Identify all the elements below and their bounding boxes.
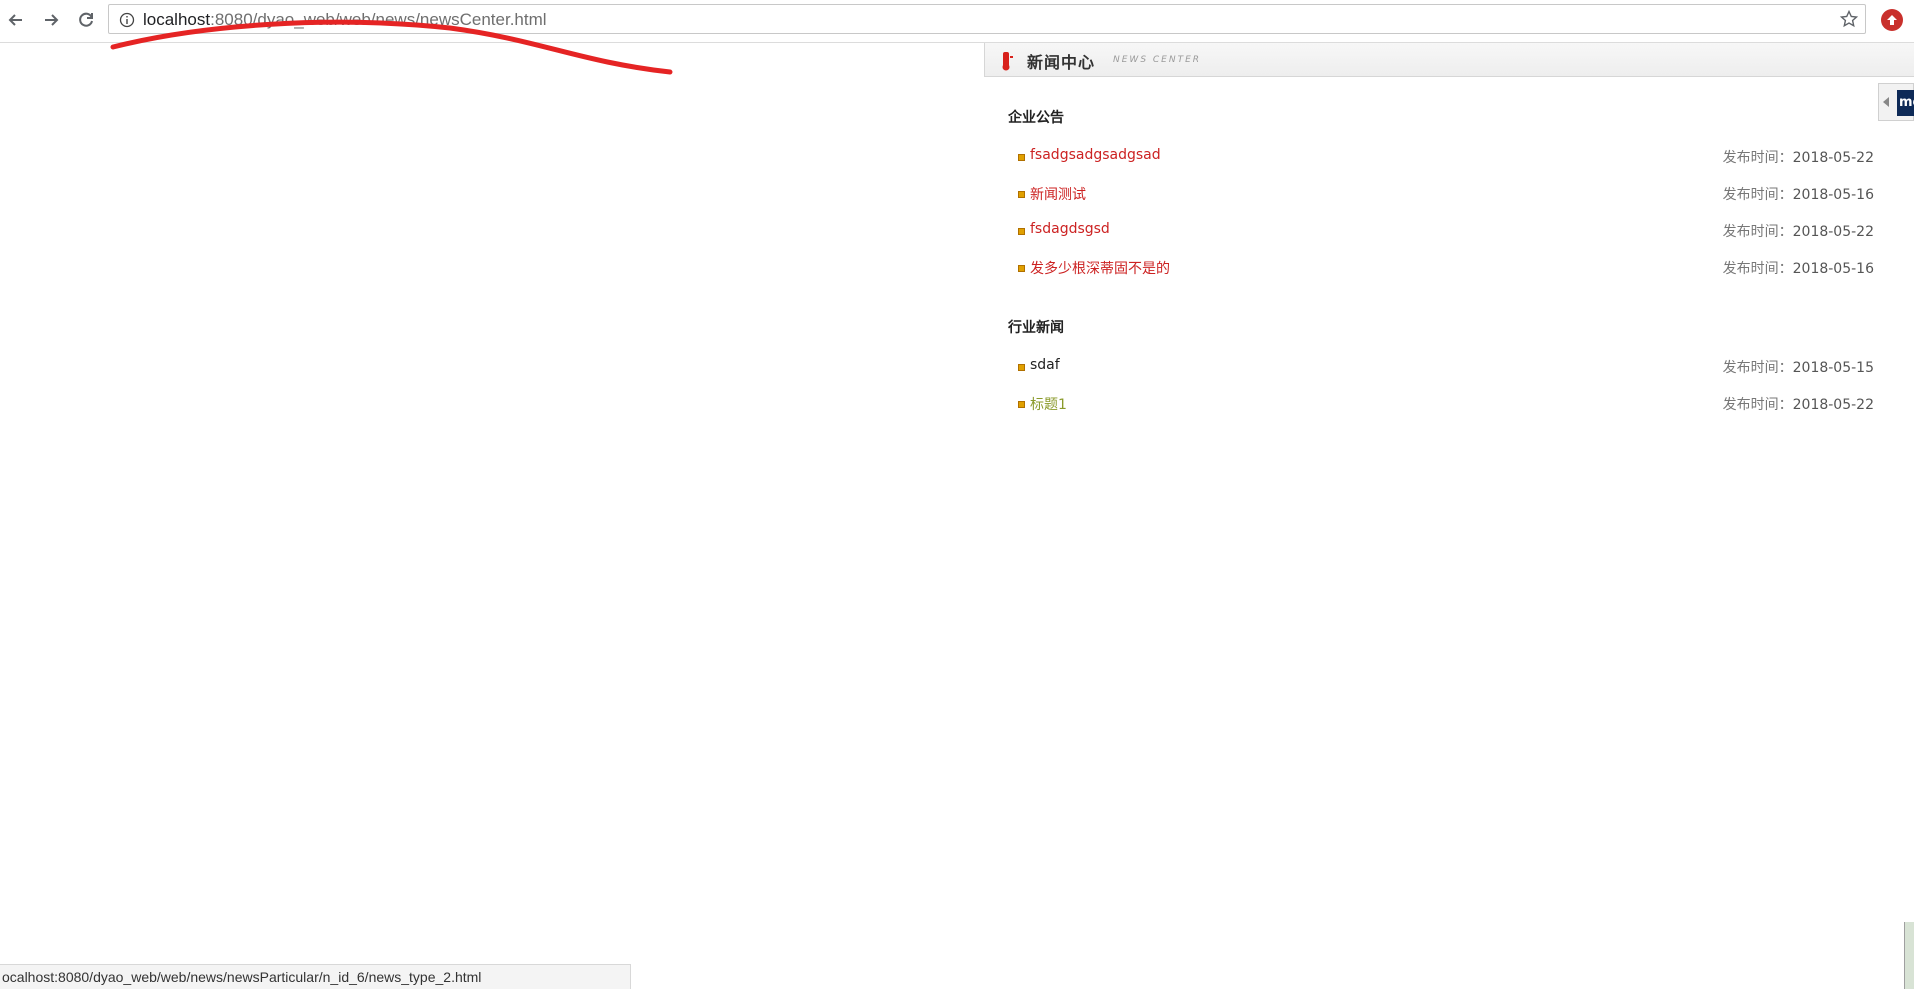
news-title-link[interactable]: sdaf bbox=[1030, 357, 1060, 373]
news-date: 发布时间：2018-05-16 bbox=[1723, 184, 1874, 204]
news-date: 发布时间：2018-05-22 bbox=[1723, 147, 1874, 167]
date-label: 发布时间： bbox=[1722, 261, 1793, 277]
url-host: localhost bbox=[143, 10, 211, 29]
date-label: 发布时间： bbox=[1722, 150, 1793, 166]
news-date: 发布时间：2018-05-15 bbox=[1723, 357, 1874, 377]
bullet-icon bbox=[1018, 154, 1025, 161]
bullet-icon bbox=[1018, 191, 1025, 198]
url-path: :8080/dyao_web/web/news/newsCenter.html bbox=[210, 10, 547, 29]
news-center-title: 新闻中心 bbox=[1027, 53, 1096, 72]
forward-button[interactable] bbox=[39, 8, 63, 32]
date-value: 2018-05-22 bbox=[1792, 397, 1874, 413]
news-item: fsadgsadgsadgsad 发布时间：2018-05-22 bbox=[1018, 147, 1874, 169]
arrow-up-icon bbox=[1887, 15, 1897, 25]
date-label: 发布时间： bbox=[1722, 187, 1793, 203]
section-title-announcements: 企业公告 bbox=[1008, 110, 1064, 126]
news-item: 标题1 发布时间：2018-05-22 bbox=[1018, 394, 1874, 416]
news-date: 发布时间：2018-05-22 bbox=[1723, 394, 1874, 414]
extension-icon[interactable] bbox=[1881, 9, 1903, 31]
news-date: 发布时间：2018-05-22 bbox=[1723, 221, 1874, 241]
corner-widget bbox=[1904, 922, 1914, 989]
bullet-icon bbox=[1018, 265, 1025, 272]
bullet-icon bbox=[1018, 228, 1025, 235]
reload-icon bbox=[79, 12, 93, 27]
date-value: 2018-05-22 bbox=[1792, 150, 1874, 166]
news-item: 发多少根深蒂固不是的 发布时间：2018-05-16 bbox=[1018, 258, 1874, 280]
arrow-left-icon bbox=[8, 14, 22, 26]
date-label: 发布时间： bbox=[1722, 360, 1793, 376]
news-item: 新闻测试 发布时间：2018-05-16 bbox=[1018, 184, 1874, 206]
date-label: 发布时间： bbox=[1722, 397, 1793, 413]
news-title-link[interactable]: 发多少根深蒂固不是的 bbox=[1030, 258, 1170, 278]
news-header: 新闻中心 NEWS CENTER bbox=[984, 43, 1914, 77]
info-icon[interactable] bbox=[119, 12, 135, 28]
reload-button[interactable] bbox=[74, 8, 98, 32]
thermometer-icon bbox=[1002, 52, 1013, 71]
chevron-left-icon bbox=[1883, 97, 1889, 107]
news-center-subtitle: NEWS CENTER bbox=[1113, 55, 1202, 65]
side-float-tab[interactable]: me bbox=[1878, 83, 1914, 121]
side-logo: me bbox=[1897, 90, 1914, 116]
news-title-link[interactable]: 标题1 bbox=[1030, 394, 1067, 414]
date-value: 2018-05-22 bbox=[1792, 224, 1874, 240]
bookmark-star-icon[interactable] bbox=[1839, 9, 1859, 29]
back-button[interactable] bbox=[4, 8, 28, 32]
date-value: 2018-05-16 bbox=[1792, 187, 1874, 203]
status-bar-url: ocalhost:8080/dyao_web/web/news/newsPart… bbox=[0, 964, 631, 989]
arrow-right-icon bbox=[45, 14, 59, 26]
date-label: 发布时间： bbox=[1722, 224, 1793, 240]
address-bar[interactable]: localhost:8080/dyao_web/web/news/newsCen… bbox=[108, 4, 1866, 34]
url-text: localhost:8080/dyao_web/web/news/newsCen… bbox=[143, 10, 547, 30]
news-item: fsdagdsgsd 发布时间：2018-05-22 bbox=[1018, 221, 1874, 243]
bullet-icon bbox=[1018, 364, 1025, 371]
news-date: 发布时间：2018-05-16 bbox=[1723, 258, 1874, 278]
news-item: sdaf 发布时间：2018-05-15 bbox=[1018, 357, 1874, 379]
section-title-industry-news: 行业新闻 bbox=[1008, 320, 1064, 336]
news-center-panel: 新闻中心 NEWS CENTER 企业公告 fsadgsadgsadgsad 发… bbox=[984, 43, 1914, 683]
news-title-link[interactable]: fsadgsadgsadgsad bbox=[1030, 147, 1161, 163]
news-title-link[interactable]: 新闻测试 bbox=[1030, 184, 1086, 204]
browser-toolbar: localhost:8080/dyao_web/web/news/newsCen… bbox=[0, 0, 1914, 43]
date-value: 2018-05-16 bbox=[1792, 261, 1874, 277]
bullet-icon bbox=[1018, 401, 1025, 408]
date-value: 2018-05-15 bbox=[1792, 360, 1874, 376]
news-title-link[interactable]: fsdagdsgsd bbox=[1030, 221, 1110, 237]
